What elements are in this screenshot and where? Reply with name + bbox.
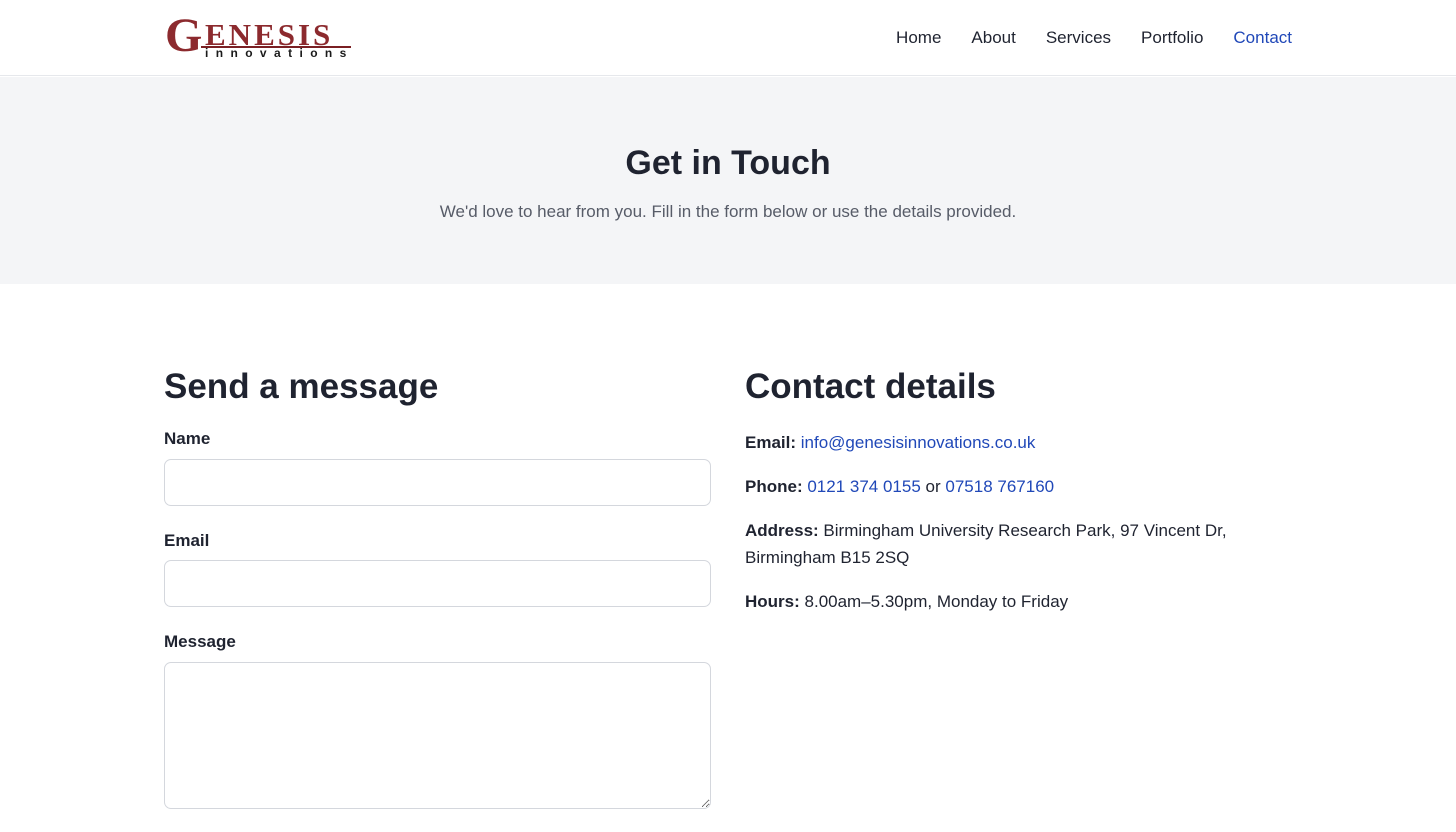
nav-services[interactable]: Services bbox=[1046, 27, 1111, 49]
form-heading: Send a message bbox=[164, 367, 439, 406]
name-label: Name bbox=[164, 429, 211, 448]
hero-section: Get in Touch We'd love to hear from you.… bbox=[0, 77, 1456, 284]
phone-detail-label: Phone: bbox=[745, 477, 803, 496]
message-label: Message bbox=[164, 632, 236, 651]
nav-portfolio[interactable]: Portfolio bbox=[1141, 27, 1203, 49]
nav-contact[interactable]: Contact bbox=[1233, 27, 1292, 49]
page-title: Get in Touch bbox=[625, 144, 831, 182]
logo-subtitle: innovations bbox=[205, 46, 354, 60]
email-link[interactable]: info@genesisinnovations.co.uk bbox=[801, 433, 1036, 452]
contact-details: Contact details Email: info@genesisinnov… bbox=[745, 366, 1292, 611]
hours-detail-label: Hours: bbox=[745, 592, 800, 611]
detail-email: Email: info@genesisinnovations.co.uk bbox=[745, 429, 1265, 456]
hours-value: 8.00am–5.30pm, Monday to Friday bbox=[804, 592, 1069, 611]
address-detail-label: Address: bbox=[745, 521, 819, 540]
name-input[interactable] bbox=[164, 459, 711, 506]
logo-initial: G bbox=[165, 9, 203, 62]
detail-hours: Hours: 8.00am–5.30pm, Monday to Friday bbox=[745, 588, 1265, 615]
genesis-logo[interactable]: G ENESIS innovations bbox=[165, 12, 355, 62]
site-header: G ENESIS innovations Home About Services… bbox=[0, 0, 1456, 76]
detail-phone: Phone: 0121 374 0155 or 07518 767160 bbox=[745, 473, 1265, 500]
hero-subtitle: We'd love to hear from you. Fill in the … bbox=[439, 202, 1017, 221]
email-detail-label: Email: bbox=[745, 433, 797, 452]
phone-link-mobile[interactable]: 07518 767160 bbox=[945, 477, 1054, 496]
contact-form: Send a message Name Email Message bbox=[164, 366, 711, 809]
nav-home[interactable]: Home bbox=[896, 27, 941, 49]
details-heading: Contact details bbox=[745, 367, 996, 406]
phone-separator: or bbox=[925, 477, 941, 496]
detail-address: Address: Birmingham University Research … bbox=[745, 517, 1265, 571]
phone-link-landline[interactable]: 0121 374 0155 bbox=[807, 477, 920, 496]
email-label: Email bbox=[164, 531, 210, 550]
nav-about[interactable]: About bbox=[971, 27, 1015, 49]
email-input[interactable] bbox=[164, 560, 711, 607]
message-textarea[interactable] bbox=[164, 662, 711, 809]
main-nav: Home About Services Portfolio Contact bbox=[896, 27, 1292, 49]
